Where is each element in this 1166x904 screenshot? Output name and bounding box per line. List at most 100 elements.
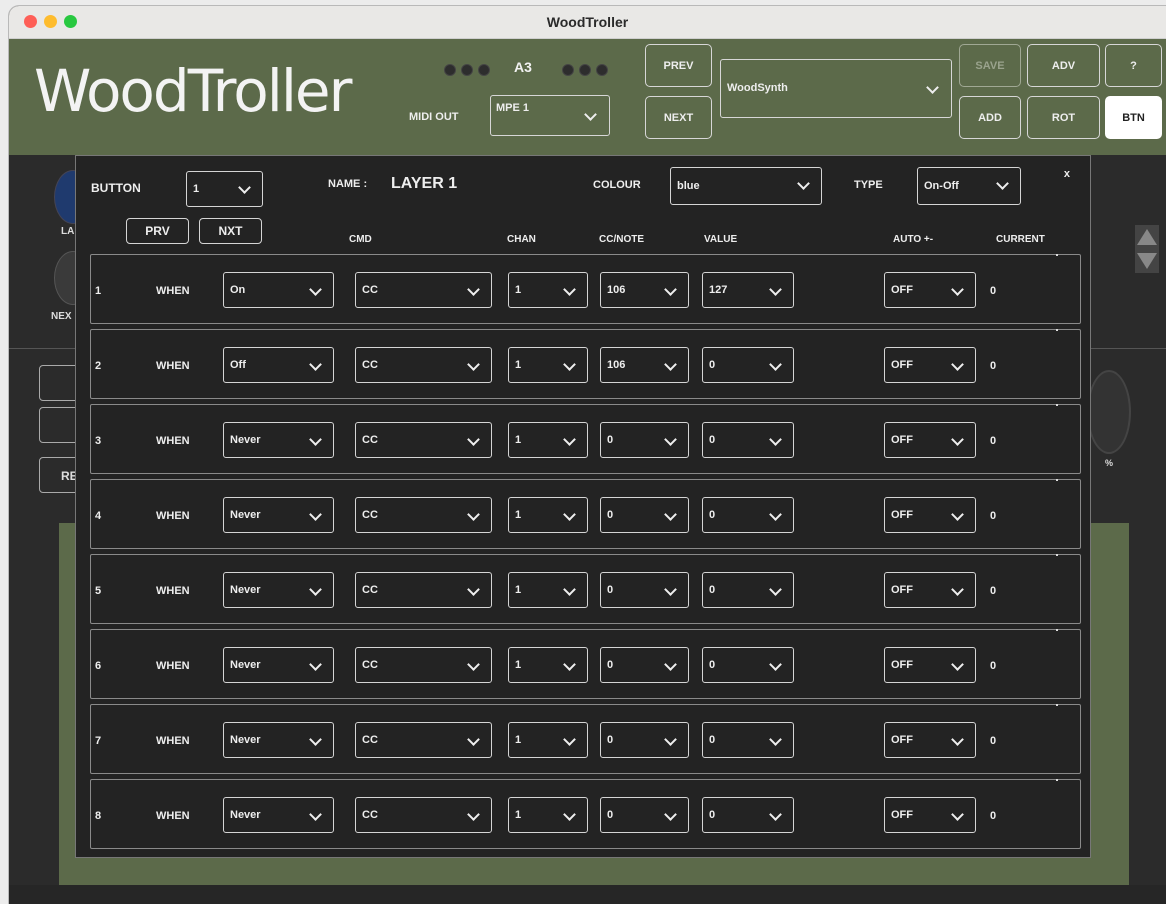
auto-select-value: OFF xyxy=(891,659,913,671)
reset-button[interactable]: RE xyxy=(39,457,79,493)
auto-select[interactable]: OFF xyxy=(884,797,976,833)
cmd-select[interactable]: CC xyxy=(355,422,492,458)
when-select[interactable]: Never xyxy=(223,797,334,833)
cc-note-select[interactable]: 0 xyxy=(600,722,689,758)
current-value: 0 xyxy=(990,735,997,747)
value-select-value: 0 xyxy=(709,434,716,446)
bottom-bar xyxy=(9,885,1166,904)
chan-select[interactable]: 1 xyxy=(508,647,588,683)
chan-select[interactable]: 1 xyxy=(508,797,588,833)
chevron-down-icon xyxy=(797,177,810,190)
type-select[interactable]: On-Off xyxy=(917,167,1021,205)
button-select[interactable]: 1 xyxy=(186,171,263,207)
value-select[interactable]: 0 xyxy=(702,722,794,758)
auto-select[interactable]: OFF xyxy=(884,272,976,308)
cc-note-select[interactable]: 0 xyxy=(600,572,689,608)
chevron-down-icon xyxy=(951,658,964,671)
cmd-select[interactable]: CC xyxy=(355,797,492,833)
side-button[interactable] xyxy=(39,407,79,443)
row-marker xyxy=(1056,254,1058,256)
cmd-select[interactable]: CC xyxy=(355,647,492,683)
cmd-select-value: CC xyxy=(362,359,378,371)
scroll-arrows[interactable] xyxy=(1135,225,1159,273)
value-select[interactable]: 0 xyxy=(702,347,794,383)
chevron-down-icon xyxy=(238,181,251,194)
cc-note-select[interactable]: 0 xyxy=(600,497,689,533)
row-number: 8 xyxy=(95,810,102,822)
when-select[interactable]: Never xyxy=(223,722,334,758)
adv-button[interactable]: ADV xyxy=(1027,44,1100,87)
chevron-down-icon xyxy=(664,583,677,596)
auto-select-value: OFF xyxy=(891,359,913,371)
row-number: 3 xyxy=(95,435,102,447)
value-select[interactable]: 0 xyxy=(702,797,794,833)
cc-note-select[interactable]: 0 xyxy=(600,422,689,458)
cmd-select-value: CC xyxy=(362,659,378,671)
midi-out-select[interactable]: MPE 1 xyxy=(490,95,610,136)
prv-button[interactable]: PRV xyxy=(126,218,189,244)
auto-select[interactable]: OFF xyxy=(884,572,976,608)
close-dialog-button[interactable]: x xyxy=(1064,168,1070,180)
help-button[interactable]: ? xyxy=(1105,44,1162,87)
value-select[interactable]: 0 xyxy=(702,422,794,458)
colour-select[interactable]: blue xyxy=(670,167,822,205)
value-select[interactable]: 0 xyxy=(702,497,794,533)
when-select-value: On xyxy=(230,284,246,296)
chan-select[interactable]: 1 xyxy=(508,272,588,308)
current-value: 0 xyxy=(990,810,997,822)
value-select[interactable]: 0 xyxy=(702,647,794,683)
row-marker xyxy=(1056,329,1058,331)
rot-button[interactable]: ROT xyxy=(1027,96,1100,139)
chevron-down-icon xyxy=(951,733,964,746)
auto-select[interactable]: OFF xyxy=(884,497,976,533)
cmd-select[interactable]: CC xyxy=(355,272,492,308)
cc-note-select[interactable]: 106 xyxy=(600,347,689,383)
value-select[interactable]: 0 xyxy=(702,572,794,608)
chan-select[interactable]: 1 xyxy=(508,347,588,383)
chan-select-value: 1 xyxy=(515,434,522,446)
auto-select[interactable]: OFF xyxy=(884,647,976,683)
when-select[interactable]: Never xyxy=(223,422,334,458)
when-select[interactable]: On xyxy=(223,272,334,308)
when-select[interactable]: Never xyxy=(223,647,334,683)
chevron-down-icon xyxy=(563,358,576,371)
cc-note-select[interactable]: 106 xyxy=(600,272,689,308)
cc-note-select[interactable]: 0 xyxy=(600,797,689,833)
current-value: 0 xyxy=(990,660,997,672)
side-button[interactable] xyxy=(39,365,79,401)
chevron-down-icon xyxy=(563,508,576,521)
column-header-chan: CHAN xyxy=(507,234,536,245)
when-select[interactable]: Never xyxy=(223,572,334,608)
chan-select[interactable]: 1 xyxy=(508,722,588,758)
nxt-button[interactable]: NXT xyxy=(199,218,262,244)
cmd-select[interactable]: CC xyxy=(355,347,492,383)
chan-select[interactable]: 1 xyxy=(508,422,588,458)
chan-select-value: 1 xyxy=(515,734,522,746)
auto-select[interactable]: OFF xyxy=(884,722,976,758)
when-select[interactable]: Off xyxy=(223,347,334,383)
button-value: 1 xyxy=(193,183,200,195)
chan-select[interactable]: 1 xyxy=(508,572,588,608)
save-button[interactable]: SAVE xyxy=(959,44,1021,87)
prev-preset-button[interactable]: PREV xyxy=(645,44,712,87)
add-button[interactable]: ADD xyxy=(959,96,1021,139)
when-select-value: Never xyxy=(230,434,261,446)
btn-button[interactable]: BTN xyxy=(1105,96,1162,139)
cmd-select[interactable]: CC xyxy=(355,572,492,608)
auto-select[interactable]: OFF xyxy=(884,422,976,458)
led-group-left xyxy=(444,64,490,76)
value-select[interactable]: 127 xyxy=(702,272,794,308)
cmd-select[interactable]: CC xyxy=(355,722,492,758)
chevron-down-icon xyxy=(951,508,964,521)
chevron-down-icon xyxy=(563,433,576,446)
when-select-value: Never xyxy=(230,809,261,821)
chan-select[interactable]: 1 xyxy=(508,497,588,533)
cc-note-select[interactable]: 0 xyxy=(600,647,689,683)
layer-name: LAYER 1 xyxy=(391,175,458,192)
when-select[interactable]: Never xyxy=(223,497,334,533)
cmd-select[interactable]: CC xyxy=(355,497,492,533)
next-preset-button[interactable]: NEXT xyxy=(645,96,712,139)
preset-select[interactable]: WoodSynth xyxy=(720,59,952,118)
auto-select[interactable]: OFF xyxy=(884,347,976,383)
cmd-select-value: CC xyxy=(362,434,378,446)
